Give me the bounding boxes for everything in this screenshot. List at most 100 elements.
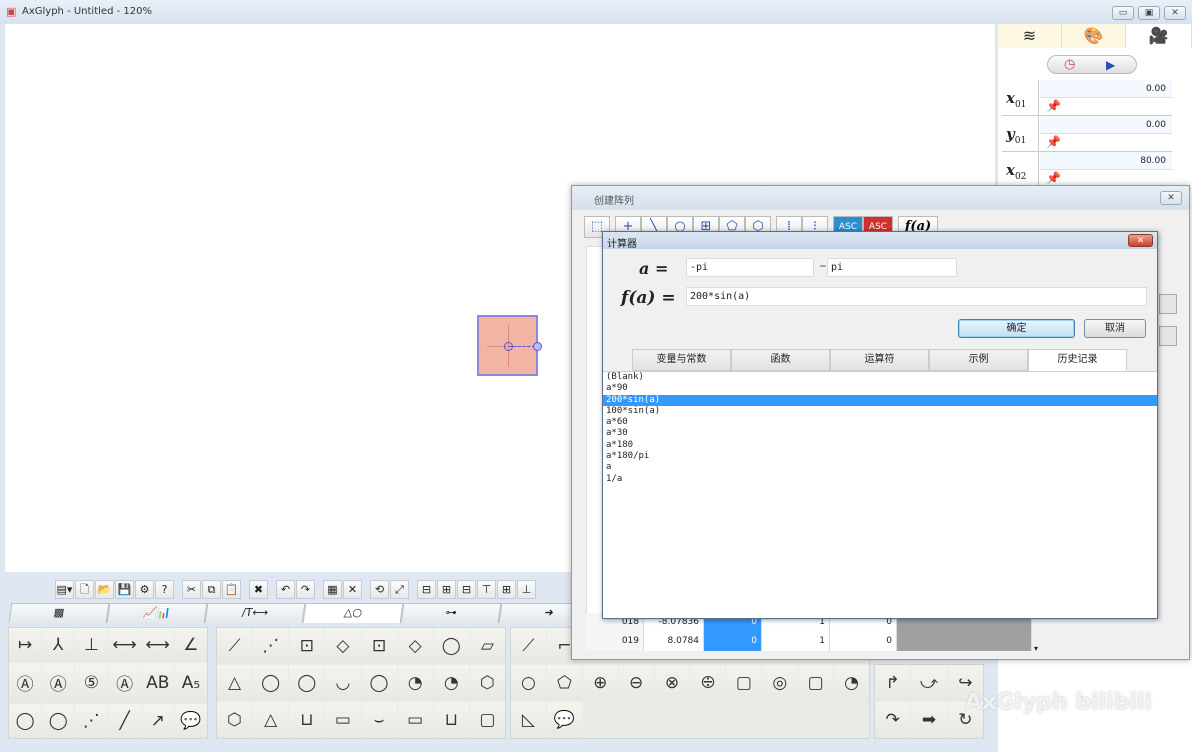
calculator-tab[interactable]: 函数	[731, 349, 830, 371]
palette-tool[interactable]: ◔	[834, 665, 869, 701]
calculator-close-button[interactable]: ✕	[1128, 234, 1153, 247]
palette-tool[interactable]: ◇	[325, 628, 361, 664]
side-button[interactable]	[1159, 326, 1177, 346]
palette-tool[interactable]: ▭	[325, 702, 361, 738]
palette-tool[interactable]: Ⓐ	[108, 663, 141, 703]
expression-input[interactable]: 200*sin(a)	[686, 287, 1147, 306]
table-cell-x[interactable]: 8.0784	[644, 632, 704, 651]
play-icon[interactable]: ▶	[1106, 58, 1115, 72]
toolbar-button[interactable]: ▤▾	[55, 580, 74, 599]
palette-tool[interactable]: △	[253, 702, 289, 738]
toolbar-button[interactable]: ⊥	[517, 580, 536, 599]
palette-tool[interactable]: ◔	[433, 665, 469, 701]
table-cell-b[interactable]: 0	[830, 632, 897, 651]
pin-icon[interactable]: 📌	[1046, 135, 1061, 149]
toolbar-button[interactable]: ↶	[276, 580, 295, 599]
cancel-button[interactable]: 取消	[1084, 319, 1146, 338]
palette-tool[interactable]: ◯	[253, 665, 289, 701]
scroll-down-arrow[interactable]: ▾	[1034, 644, 1038, 653]
calculator-tab[interactable]: 历史记录	[1028, 349, 1127, 371]
palette-tool[interactable]: ◯	[9, 703, 42, 738]
table-cell-a[interactable]: 1	[762, 632, 830, 651]
history-item[interactable]: a*90	[603, 383, 1157, 394]
property-value-input[interactable]: 80.00	[1040, 152, 1172, 170]
palette-tool[interactable]: ○	[511, 665, 546, 701]
range-from-input[interactable]: -pi	[686, 258, 814, 277]
restore-button[interactable]: ▣	[1138, 6, 1160, 20]
palette-tool[interactable]: ⊔	[433, 702, 469, 738]
palette-tool[interactable]: ⌣	[361, 702, 397, 738]
palette-tool[interactable]: ╱	[108, 703, 141, 738]
palette-tool[interactable]: ⑤	[75, 663, 108, 703]
rotate-handle[interactable]	[533, 342, 542, 351]
palette-tool[interactable]: ↗	[141, 703, 174, 738]
palette-tool[interactable]: Ⓐ	[42, 663, 75, 703]
animation-tab[interactable]: 🎥	[1126, 24, 1192, 48]
palette-tool[interactable]: ◇	[397, 628, 433, 664]
palette-tool[interactable]: ⊗	[654, 665, 690, 701]
palette-tool[interactable]: ◯	[361, 665, 397, 701]
property-value-input[interactable]: 0.00	[1040, 116, 1172, 134]
toolbar-button[interactable]: ⊤	[477, 580, 496, 599]
selected-square-shape[interactable]	[477, 315, 542, 376]
palette-tool[interactable]: ⅄	[42, 628, 75, 663]
palette-tool[interactable]: ⊔	[289, 702, 325, 738]
palette-tool[interactable]: ⊡	[361, 628, 397, 664]
palette-tool[interactable]: ⟷	[141, 628, 174, 663]
toolbar-button[interactable]: ▦	[323, 580, 342, 599]
palette-tool[interactable]: ◡	[325, 665, 361, 701]
palette-tool[interactable]: ∠	[174, 628, 207, 663]
toolbar-button[interactable]: 🗋	[75, 580, 94, 599]
palette-tool[interactable]: ⨸	[690, 665, 726, 701]
palette-tab[interactable]: ⊶	[400, 603, 502, 623]
table-cell-color[interactable]	[897, 632, 1032, 651]
property-value-input[interactable]: 0.00	[1040, 80, 1172, 98]
palette-tool[interactable]: ⊥	[75, 628, 108, 663]
history-item[interactable]: a*180	[603, 440, 1157, 451]
pin-icon[interactable]: 📌	[1046, 171, 1061, 185]
palette-tool[interactable]: ⋰	[75, 703, 108, 738]
palette-tab[interactable]: ▩	[8, 603, 110, 623]
palette-tool[interactable]: ↱	[875, 665, 911, 701]
palette-tool[interactable]: ⬠	[546, 665, 582, 701]
toolbar-button[interactable]: ⊞	[437, 580, 456, 599]
history-item[interactable]: a*30	[603, 428, 1157, 439]
toolbar-button[interactable]: ⊟	[417, 580, 436, 599]
toolbar-button[interactable]: ⊞	[497, 580, 516, 599]
history-item[interactable]: a	[603, 462, 1157, 473]
palette-tool[interactable]: ▢	[798, 665, 834, 701]
palette-tab[interactable]: △○	[302, 603, 404, 623]
ok-button[interactable]: 确定	[958, 319, 1075, 338]
palette-tool[interactable]: ◯	[289, 665, 325, 701]
palette-tool[interactable]: ▱	[469, 628, 505, 664]
history-item[interactable]: 1/a	[603, 474, 1157, 485]
palette-tool[interactable]: ⟋	[217, 628, 253, 664]
palette-tool[interactable]: ◺	[511, 702, 546, 738]
palette-tool[interactable]: ➡	[911, 702, 947, 738]
calculator-tab[interactable]: 变量与常数	[632, 349, 731, 371]
palette-tool[interactable]: ⬡	[217, 702, 253, 738]
toolbar-button[interactable]: ✖	[249, 580, 268, 599]
palette-tool[interactable]: ◯	[42, 703, 75, 738]
toolbar-button[interactable]: 💾	[115, 580, 134, 599]
style-tab[interactable]: 🎨	[1062, 24, 1126, 48]
palette-tool[interactable]: ◔	[397, 665, 433, 701]
side-button[interactable]	[1159, 294, 1177, 314]
calculator-tab[interactable]: 示例	[929, 349, 1028, 371]
palette-tool[interactable]: AB	[141, 663, 174, 703]
toolbar-button[interactable]: 📋	[222, 580, 241, 599]
palette-tool[interactable]: 💬	[546, 702, 582, 738]
range-to-input[interactable]: pi	[827, 258, 957, 277]
layers-tab[interactable]: ≋	[998, 24, 1062, 48]
toolbar-button[interactable]: ✕	[343, 580, 362, 599]
calculator-tab[interactable]: 运算符	[830, 349, 929, 371]
palette-tool[interactable]: ↦	[9, 628, 42, 663]
palette-tool[interactable]: ▢	[469, 702, 505, 738]
palette-tool[interactable]: A₅	[174, 663, 207, 703]
palette-tool[interactable]: ⟋	[511, 628, 546, 664]
toolbar-button[interactable]: ↷	[296, 580, 315, 599]
palette-tool[interactable]: ⤻	[911, 665, 947, 701]
pin-icon[interactable]: 📌	[1046, 99, 1061, 113]
toolbar-button[interactable]: ⧉	[202, 580, 221, 599]
toolbar-button[interactable]: ⚙	[135, 580, 154, 599]
